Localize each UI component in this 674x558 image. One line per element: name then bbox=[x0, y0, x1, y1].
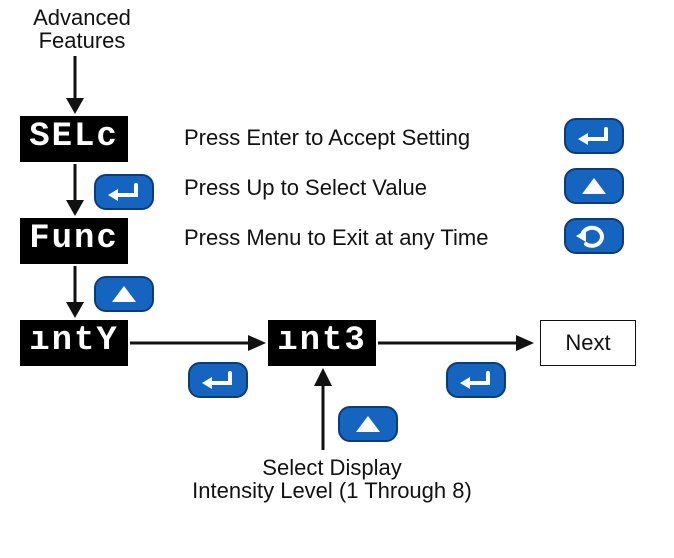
header-line2: Features bbox=[39, 28, 126, 53]
lcd-selc: SELc bbox=[20, 116, 128, 162]
header-advanced-features: Advanced Features bbox=[12, 6, 152, 52]
arrow-selc-to-func bbox=[60, 162, 90, 218]
legend-menu-button[interactable] bbox=[564, 218, 624, 254]
enter-icon bbox=[104, 180, 144, 204]
arrow-header-to-selc bbox=[60, 54, 90, 116]
footer-select-display: Select Display Intensity Level (1 Throug… bbox=[172, 456, 492, 502]
arrow-inty-to-int3 bbox=[128, 330, 268, 356]
arrow-int3-to-next bbox=[376, 330, 536, 356]
step-up-button-2[interactable] bbox=[338, 406, 398, 442]
next-label: Next bbox=[565, 330, 610, 356]
lcd-int3: ınt3 bbox=[268, 320, 376, 366]
enter-icon bbox=[456, 368, 496, 392]
step-enter-button-1[interactable] bbox=[94, 174, 154, 210]
lcd-func: Func bbox=[20, 218, 128, 264]
up-icon bbox=[579, 175, 609, 197]
step-enter-button-3[interactable] bbox=[446, 362, 506, 398]
lcd-inty: ıntY bbox=[20, 320, 128, 366]
next-box[interactable]: Next bbox=[540, 320, 636, 366]
legend-enter: Press Enter to Accept Setting bbox=[184, 126, 514, 149]
arrow-footer-to-int3 bbox=[308, 366, 338, 452]
legend-up-button[interactable] bbox=[564, 168, 624, 204]
diagram-canvas: Advanced Features SELc Func ıntY bbox=[0, 0, 674, 558]
legend-menu: Press Menu to Exit at any Time bbox=[184, 226, 544, 249]
menu-icon bbox=[572, 223, 616, 249]
legend-up: Press Up to Select Value bbox=[184, 176, 514, 199]
legend-enter-button[interactable] bbox=[564, 118, 624, 154]
up-icon bbox=[353, 413, 383, 435]
enter-icon bbox=[198, 368, 238, 392]
up-icon bbox=[109, 283, 139, 305]
footer-line1: Select Display bbox=[262, 455, 401, 480]
header-line1: Advanced bbox=[33, 5, 131, 30]
step-enter-button-2[interactable] bbox=[188, 362, 248, 398]
footer-line2: Intensity Level (1 Through 8) bbox=[192, 478, 472, 503]
enter-icon bbox=[574, 124, 614, 148]
arrow-func-to-inty bbox=[60, 264, 90, 320]
step-up-button-1[interactable] bbox=[94, 276, 154, 312]
